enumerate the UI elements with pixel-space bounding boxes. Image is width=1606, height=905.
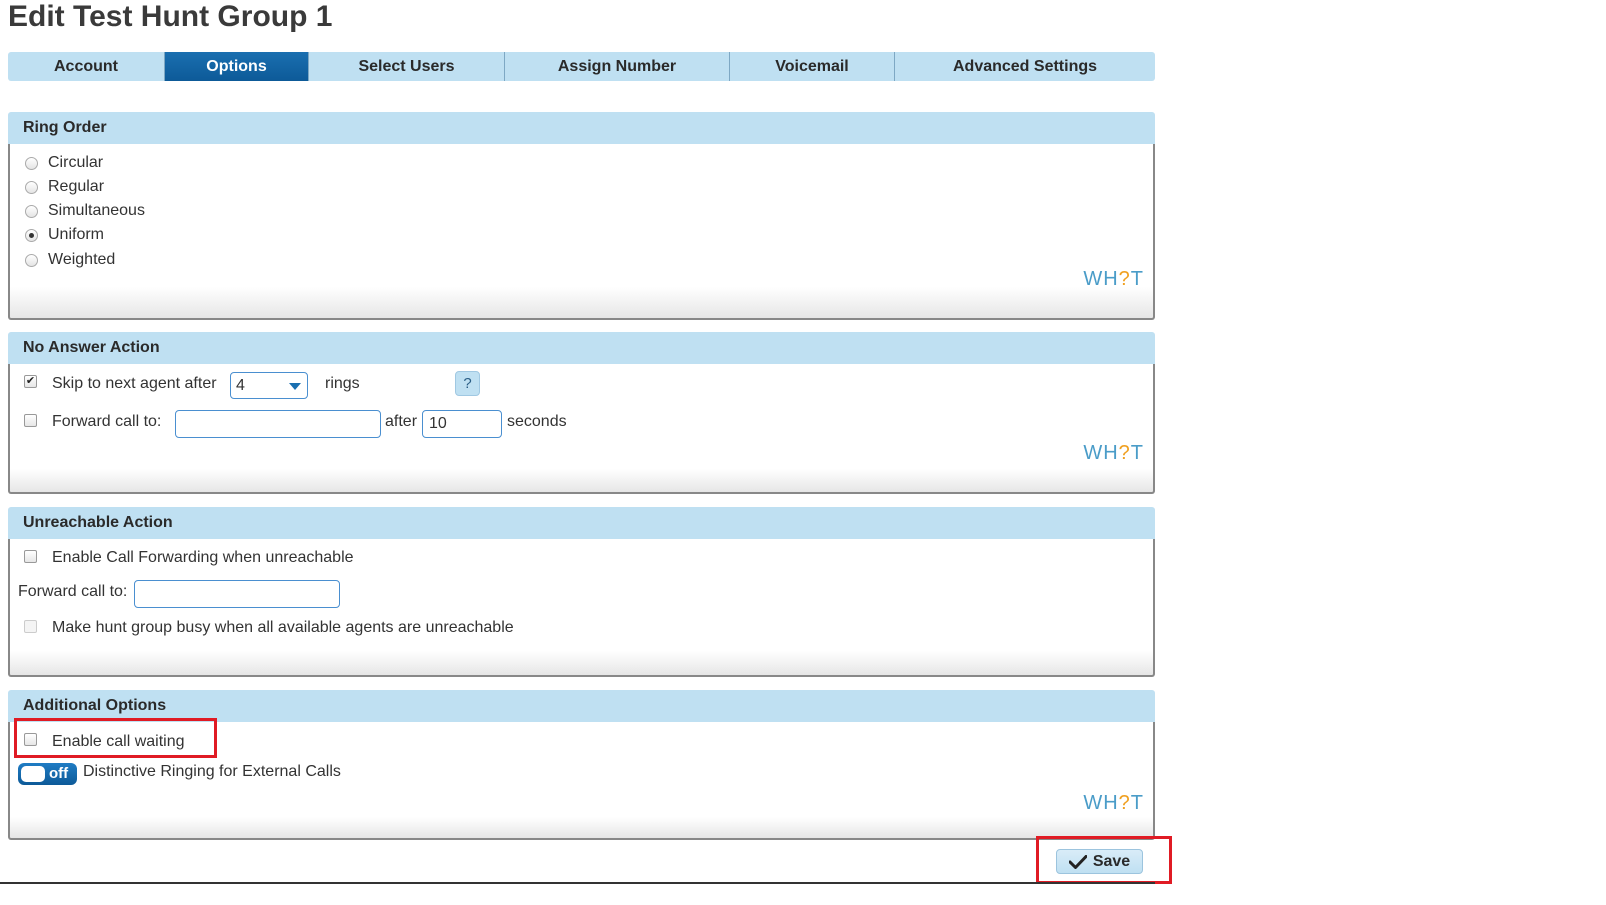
skip-agent-checkbox[interactable]: ✔	[24, 375, 37, 388]
distinctive-ringing-toggle[interactable]: off	[18, 763, 77, 785]
help-button[interactable]: ?	[455, 371, 480, 396]
save-label: Save	[1092, 852, 1131, 870]
skip-agent-label: Skip to next agent after	[52, 375, 217, 392]
chevron-down-icon	[289, 383, 301, 390]
forward-call-checkbox[interactable]	[24, 414, 37, 427]
additional-panel: Additional Options Enable call waiting o…	[8, 690, 1155, 840]
seconds-input[interactable]	[422, 410, 502, 438]
what-logo[interactable]: WH?T	[1083, 268, 1144, 291]
radio-weighted[interactable]	[25, 253, 38, 267]
tab-select-users[interactable]: Select Users	[309, 52, 505, 81]
radio-simultaneous[interactable]	[25, 204, 38, 218]
rings-label: rings	[325, 375, 360, 392]
ring-option-label: Regular	[48, 178, 105, 195]
what-logo-q: ?	[1118, 442, 1131, 464]
rings-select-value: 4	[236, 377, 245, 394]
ring-option-regular[interactable]: Regular	[25, 178, 104, 196]
ring-option-label: Uniform	[48, 226, 105, 243]
toggle-knob	[21, 766, 45, 782]
what-logo[interactable]: WH?T	[1083, 442, 1144, 465]
ring-order-panel: Ring Order Circular Regular Simultaneous…	[8, 112, 1155, 320]
what-logo-text: WH	[1083, 442, 1119, 464]
tab-account[interactable]: Account	[8, 52, 165, 81]
tab-voicemail[interactable]: Voicemail	[730, 52, 895, 81]
enable-forwarding-label: Enable Call Forwarding when unreachable	[52, 549, 354, 566]
tab-bar: Account Options Select Users Assign Numb…	[8, 52, 1155, 81]
seconds-label: seconds	[507, 413, 567, 430]
enable-forwarding-checkbox[interactable]	[24, 550, 37, 563]
no-answer-body: ✔ Skip to next agent after 4 rings ? For…	[8, 364, 1155, 494]
what-logo-text: WH	[1083, 792, 1119, 814]
what-logo-text: T	[1130, 268, 1144, 290]
unreachable-forward-input[interactable]	[134, 580, 340, 608]
what-logo-q: ?	[1118, 792, 1131, 814]
ring-order-header: Ring Order	[8, 112, 1155, 144]
tab-assign-number[interactable]: Assign Number	[505, 52, 730, 81]
page-title: Edit Test Hunt Group 1	[8, 0, 333, 33]
forward-call-input[interactable]	[175, 410, 381, 438]
ring-option-simultaneous[interactable]: Simultaneous	[25, 202, 145, 220]
ring-option-label: Weighted	[48, 251, 116, 268]
busy-checkbox[interactable]	[24, 620, 37, 633]
unreachable-panel: Unreachable Action Enable Call Forwardin…	[8, 507, 1155, 677]
tab-advanced-settings[interactable]: Advanced Settings	[895, 52, 1155, 81]
ring-option-uniform[interactable]: Uniform	[25, 226, 104, 244]
toggle-state: off	[49, 765, 69, 782]
forward-call-label: Forward call to:	[52, 413, 162, 430]
unreachable-body: Enable Call Forwarding when unreachable …	[8, 539, 1155, 677]
radio-circular[interactable]	[25, 156, 38, 170]
what-logo[interactable]: WH?T	[1083, 792, 1144, 815]
ring-order-body: Circular Regular Simultaneous Uniform We…	[8, 144, 1155, 320]
what-logo-text: T	[1130, 792, 1144, 814]
checkmark-icon	[1068, 854, 1087, 869]
radio-uniform[interactable]	[25, 228, 38, 242]
rings-select[interactable]: 4	[230, 372, 308, 399]
unreachable-forward-label: Forward call to:	[18, 583, 128, 600]
ring-option-label: Simultaneous	[48, 202, 145, 219]
unreachable-header: Unreachable Action	[8, 507, 1155, 539]
no-answer-header: No Answer Action	[8, 332, 1155, 364]
busy-label: Make hunt group busy when all available …	[52, 619, 514, 636]
radio-regular[interactable]	[25, 180, 38, 194]
ring-option-circular[interactable]: Circular	[25, 154, 103, 172]
ring-option-label: Circular	[48, 154, 104, 171]
distinctive-ringing-label: Distinctive Ringing for External Calls	[83, 763, 341, 780]
no-answer-panel: No Answer Action ✔ Skip to next agent af…	[8, 332, 1155, 494]
divider	[0, 882, 1155, 884]
ring-option-weighted[interactable]: Weighted	[25, 251, 115, 269]
after-label: after	[385, 413, 418, 430]
what-logo-text: WH	[1083, 268, 1119, 290]
tab-options[interactable]: Options	[165, 52, 309, 81]
what-logo-q: ?	[1118, 268, 1131, 290]
save-button[interactable]: Save	[1056, 849, 1143, 874]
what-logo-text: T	[1130, 442, 1144, 464]
call-waiting-highlight	[14, 718, 217, 758]
